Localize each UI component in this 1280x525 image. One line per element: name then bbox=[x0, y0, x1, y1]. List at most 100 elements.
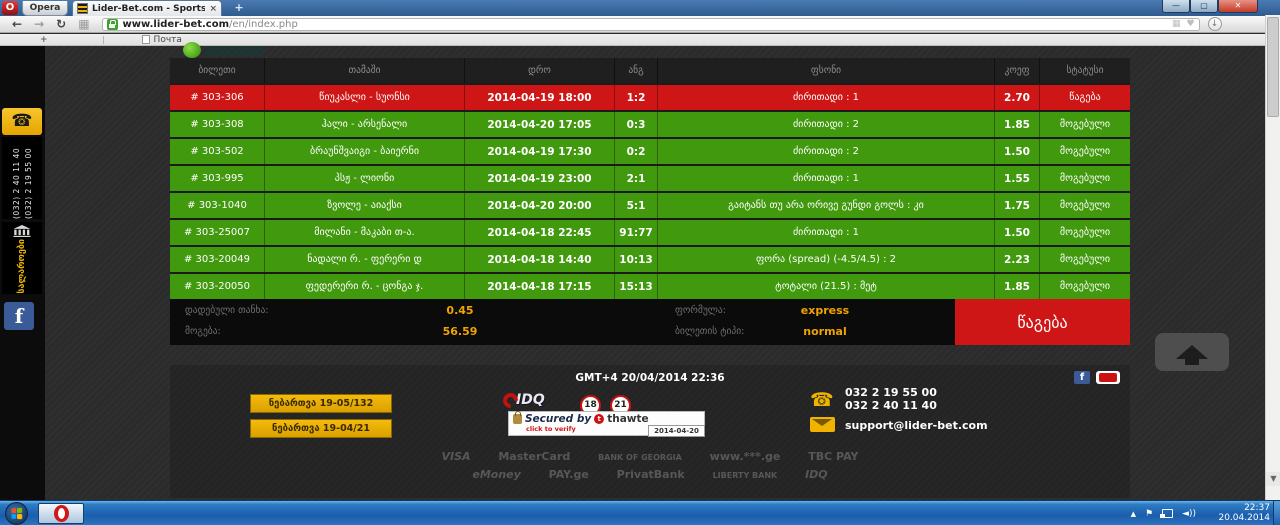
cell-bet: გაიტანს თუ არა ორივე გუნდი გოლს : კი bbox=[658, 193, 995, 218]
opera-logo-icon: O bbox=[2, 1, 18, 15]
scrollbar-down-icon[interactable]: ▼ bbox=[1266, 472, 1280, 486]
table-row[interactable]: # 303-995 პსჟ - ლიონი 2014-04-19 23:00 2… bbox=[170, 164, 1130, 191]
opera-taskbar-icon bbox=[53, 505, 69, 522]
back-icon[interactable]: ← bbox=[12, 17, 22, 32]
show-desktop-button[interactable] bbox=[1273, 501, 1280, 525]
cell-time: 2014-04-19 17:30 bbox=[465, 139, 615, 164]
action-center-flag-icon[interactable]: ⚑ bbox=[1145, 509, 1153, 519]
cell-bet: ძირითადი : 1 bbox=[658, 220, 995, 245]
idq-small-logo: IDQ bbox=[805, 468, 828, 481]
address-bar[interactable]: www.lider-bet.com/en/index.php ▦ ♥ bbox=[101, 17, 1200, 31]
maximize-button[interactable]: ▢ bbox=[1190, 0, 1218, 13]
mail-bookmark[interactable]: Почта bbox=[154, 35, 182, 45]
cashdesk-label: სალაროები bbox=[17, 239, 27, 294]
cell-bet: ფორა (spread) (-4.5/4.5) : 2 bbox=[658, 247, 995, 272]
facebook-sidebar-button[interactable]: f bbox=[4, 302, 34, 330]
cell-game: ჰალი - არსენალი bbox=[265, 112, 465, 137]
col-header-bet: ფსონი bbox=[658, 58, 995, 83]
start-button[interactable] bbox=[5, 502, 28, 525]
windows-taskbar: ▲ ⚑ ◄)) 22:37 20.04.2014 bbox=[0, 500, 1280, 525]
license-button-2[interactable]: ნებართვა 19-04/21 bbox=[250, 419, 392, 438]
site-footer: GMT+4 20/04/2014 22:36 f ნებართვა 19-05/… bbox=[170, 365, 1130, 498]
payment-logos-row-2: eMoney PAY.ge PrivatBank LIBERTY BANK ID… bbox=[170, 468, 1130, 481]
minimize-button[interactable]: — bbox=[1162, 0, 1190, 13]
cell-ticket: # 303-308 bbox=[170, 112, 265, 137]
extensions-grid-icon[interactable]: ▦ bbox=[1172, 19, 1181, 29]
youtube-icon[interactable] bbox=[1096, 371, 1120, 384]
sidebar-cashdesk-button[interactable]: სალაროები bbox=[2, 222, 42, 294]
cell-score: 0:2 bbox=[615, 139, 658, 164]
cell-score: 5:1 bbox=[615, 193, 658, 218]
privatbank-logo: PrivatBank bbox=[616, 468, 685, 481]
network-icon[interactable] bbox=[1160, 509, 1174, 518]
license-button-1[interactable]: ნებართვა 19-05/132 bbox=[250, 394, 392, 413]
win-value: 56.59 bbox=[442, 325, 478, 338]
bank-of-georgia-logo: BANK OF GEORGIA bbox=[598, 453, 682, 462]
table-row[interactable]: # 303-20050 ფედერერი რ. - ცონგა ჯ. 2014-… bbox=[170, 272, 1130, 299]
url-text[interactable]: www.lider-bet.com/en/index.php bbox=[123, 19, 1167, 30]
cell-status: მოგებული bbox=[1059, 200, 1111, 211]
table-row[interactable]: # 303-306 წიუკასლი - სუონსი 2014-04-19 1… bbox=[170, 83, 1130, 110]
gmt-clock: GMT+4 20/04/2014 22:36 bbox=[575, 372, 725, 384]
sidebar-phone-1: (032) 2 40 11 40 bbox=[11, 147, 21, 219]
cell-odds: 1.50 bbox=[995, 220, 1040, 245]
bookmark-heart-icon[interactable]: ♥ bbox=[1186, 19, 1194, 29]
cell-score: 15:13 bbox=[615, 274, 658, 299]
sidebar-phone-2: (032) 2 19 55 00 bbox=[23, 147, 33, 219]
cell-status: წაგება bbox=[1069, 92, 1101, 103]
cell-odds: 1.85 bbox=[995, 112, 1040, 137]
vertical-scrollbar[interactable]: ▼ bbox=[1265, 15, 1280, 500]
download-icon[interactable]: ↓ bbox=[1207, 17, 1222, 31]
footer-phone-numbers: 032 2 19 55 00 032 2 40 11 40 bbox=[845, 386, 937, 412]
tab-lider-bet[interactable]: Lider-Bet.com - Sports and × bbox=[72, 0, 222, 16]
table-row[interactable]: # 303-1040 ზვოლე - აიაქსი 2014-04-20 20:… bbox=[170, 191, 1130, 218]
cell-game: წიუკასლი - სუონსი bbox=[265, 85, 465, 110]
cell-odds: 1.75 bbox=[995, 193, 1040, 218]
opera-menu-button[interactable]: Opera bbox=[22, 1, 68, 16]
scroll-to-top-button[interactable] bbox=[1155, 333, 1229, 371]
table-row[interactable]: # 303-20049 ნადალი რ. - ფერერი დ 2014-04… bbox=[170, 245, 1130, 272]
reload-icon[interactable]: ↻ bbox=[56, 17, 66, 32]
cell-time: 2014-04-20 17:05 bbox=[465, 112, 615, 137]
cell-ticket: # 303-306 bbox=[170, 85, 265, 110]
scrollbar-thumb[interactable] bbox=[1267, 17, 1279, 117]
cell-bet: ძირითადი : 2 bbox=[658, 112, 995, 137]
cell-ticket: # 303-995 bbox=[170, 166, 265, 191]
liberty-bank-logo: LIBERTY BANK bbox=[712, 471, 778, 480]
close-button[interactable]: ✕ bbox=[1218, 0, 1258, 13]
hidden-icons-button[interactable]: ▲ bbox=[1131, 510, 1136, 518]
add-bookmark-button[interactable]: + bbox=[40, 35, 48, 45]
ssl-lock-icon[interactable] bbox=[106, 18, 118, 30]
tab-favicon-icon bbox=[77, 3, 88, 14]
stake-label: დადებული თანხა: bbox=[185, 305, 269, 316]
arrow-up-icon bbox=[1176, 345, 1208, 365]
cell-time: 2014-04-18 22:45 bbox=[465, 220, 615, 245]
taskbar-opera-button[interactable] bbox=[38, 503, 84, 524]
cell-score: 10:13 bbox=[615, 247, 658, 272]
facebook-icon[interactable]: f bbox=[1074, 371, 1090, 384]
tab-close-icon[interactable]: × bbox=[209, 4, 217, 14]
taskbar-clock[interactable]: 22:37 20.04.2014 bbox=[1218, 503, 1270, 523]
cell-time: 2014-04-20 20:00 bbox=[465, 193, 615, 218]
cell-bet: ძირითადი : 1 bbox=[658, 85, 995, 110]
cell-game: მილანი - მაკაბი თ-ა. bbox=[265, 220, 465, 245]
cell-odds: 1.85 bbox=[995, 274, 1040, 299]
new-tab-button[interactable]: + bbox=[228, 2, 250, 15]
mastercard-logo: MasterCard bbox=[498, 450, 571, 463]
support-email[interactable]: support@lider-bet.com bbox=[845, 419, 988, 432]
speed-dial-icon[interactable]: ▦ bbox=[78, 17, 89, 32]
table-row[interactable]: # 303-308 ჰალი - არსენალი 2014-04-20 17:… bbox=[170, 110, 1130, 137]
stake-value: 0.45 bbox=[446, 304, 474, 317]
bets-table: ბილეთი თამაში დრო ანგ ფსონი კოეფ სტატუსი… bbox=[170, 58, 1130, 299]
cell-score: 1:2 bbox=[615, 85, 658, 110]
seal-date: 2014-04-20 bbox=[648, 425, 705, 437]
idq-text: IDQ bbox=[516, 392, 545, 408]
table-row[interactable]: # 303-25007 მილანი - მაკაბი თ-ა. 2014-04… bbox=[170, 218, 1130, 245]
result-button[interactable]: წაგება bbox=[955, 299, 1130, 345]
table-row[interactable]: # 303-502 ბრაუნშვაიგი - ბაიერნი 2014-04-… bbox=[170, 137, 1130, 164]
forward-icon[interactable]: → bbox=[34, 17, 44, 32]
speaker-icon[interactable]: ◄)) bbox=[1182, 509, 1196, 519]
cell-odds: 2.70 bbox=[995, 85, 1040, 110]
phone-icon[interactable]: ☎ bbox=[2, 108, 42, 135]
cell-status: მოგებული bbox=[1059, 227, 1111, 238]
